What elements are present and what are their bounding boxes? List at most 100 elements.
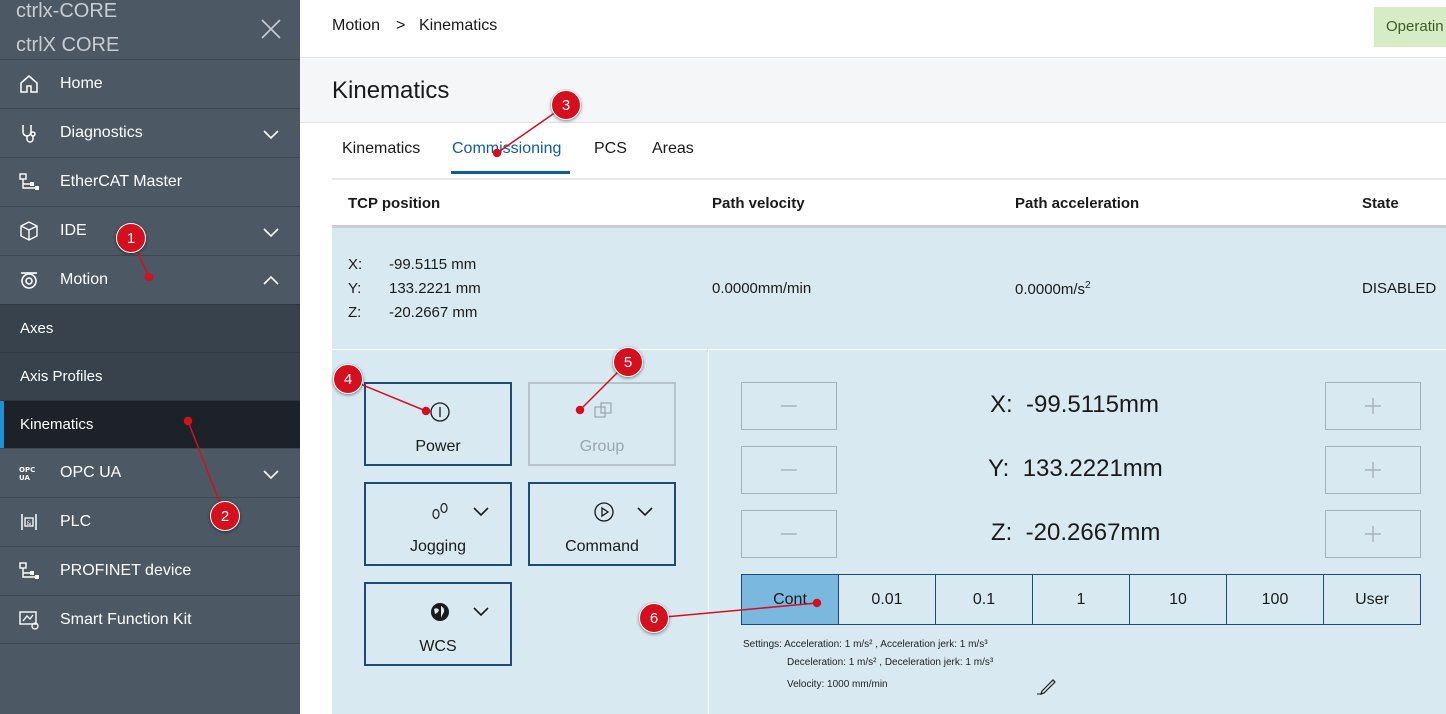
group-button[interactable]: Group	[528, 382, 676, 466]
tcp-x-label: X:	[348, 256, 363, 273]
sidebar-item-label: PLC	[60, 513, 92, 530]
sidebar-item-ethercat[interactable]: EtherCAT Master	[0, 157, 300, 206]
tab-areas[interactable]: Areas	[652, 140, 694, 158]
settings-line-acceleration: Settings: Acceleration: 1 m/s² , Acceler…	[743, 639, 988, 650]
wcs-button-label: WCS	[419, 638, 457, 655]
edit-pencil-icon[interactable]	[1036, 677, 1058, 695]
step-option-cont[interactable]: Cont	[742, 575, 839, 624]
step-option-0-1[interactable]: 0.1	[936, 575, 1033, 624]
column-header-velocity: Path velocity	[712, 195, 805, 212]
jogging-button-label: Jogging	[409, 538, 467, 555]
breadcrumb-parent[interactable]: Motion	[332, 17, 380, 35]
brand-title: ctrlx-CORE	[16, 0, 118, 22]
active-tab-indicator	[451, 171, 570, 174]
sidebar-item-ide[interactable]: IDE	[0, 206, 300, 255]
svg-text:OPC: OPC	[19, 466, 35, 474]
chevron-up-icon[interactable]	[262, 272, 280, 290]
svg-text:&: &	[27, 520, 32, 527]
network-icon	[19, 562, 39, 579]
annotation-marker-5: 5	[613, 347, 643, 377]
tcp-z-label: Z:	[348, 304, 362, 321]
jogging-button[interactable]: Jogging	[364, 482, 512, 566]
brand-subtitle: ctrlX CORE	[16, 34, 120, 56]
plus-icon	[1365, 398, 1381, 414]
command-button-label: Command	[565, 538, 639, 555]
jog-z-coordinate: Z: -20.2667mm	[991, 519, 1161, 546]
plus-icon	[1365, 526, 1381, 542]
step-option-user[interactable]: User	[1324, 575, 1420, 624]
tcp-x-value: -99.5115 mm	[389, 256, 477, 273]
jog-z-plus-button[interactable]	[1325, 510, 1421, 558]
sidebar-item-plc[interactable]: & PLC	[0, 497, 300, 546]
chevron-down-icon[interactable]	[262, 125, 280, 143]
column-header-acceleration: Path acceleration	[1015, 195, 1140, 212]
step-option-10[interactable]: 10	[1130, 575, 1227, 624]
sidebar-subitem-axes[interactable]: Axes	[0, 304, 300, 352]
group-icon	[594, 402, 612, 418]
jog-x-coordinate: X: -99.5115mm	[990, 391, 1159, 418]
panel-divider	[708, 350, 709, 714]
chevron-down-icon[interactable]	[636, 502, 654, 520]
sidebar-subitem-kinematics[interactable]: Kinematics	[0, 400, 300, 448]
chevron-down-icon[interactable]	[262, 465, 280, 483]
path-velocity-value: 0.0000mm/min	[712, 280, 812, 297]
column-header-state: State	[1362, 195, 1399, 212]
annotation-marker-3: 3	[551, 90, 581, 120]
chevron-down-icon[interactable]	[472, 502, 490, 520]
sidebar-item-opcua[interactable]: OPC UA OPC UA	[0, 448, 300, 497]
settings-line-velocity: Velocity: 1000 mm/min	[787, 679, 888, 690]
sidebar-item-label: Diagnostics	[60, 124, 143, 141]
command-button[interactable]: Command	[528, 482, 676, 566]
breadcrumb-separator: >	[396, 17, 406, 34]
sidebar-item-label: OPC UA	[60, 464, 122, 481]
step-option-100[interactable]: 100	[1227, 575, 1324, 624]
sidebar-item-diagnostics[interactable]: Diagnostics	[0, 108, 300, 157]
tab-kinematics[interactable]: Kinematics	[342, 140, 420, 158]
chevron-down-icon[interactable]	[472, 602, 490, 620]
table-row[interactable]: X: -99.5115 mm Y: 133.2221 mm Z: -20.266…	[332, 228, 1446, 349]
package-icon	[20, 221, 38, 241]
opcua-icon: OPCUA	[19, 466, 35, 482]
page-header: Kinematics	[300, 59, 1446, 123]
jog-step-selector: Cont 0.01 0.1 1 10 100 User	[741, 574, 1421, 625]
sidebar-item-label: PROFINET device	[60, 562, 192, 579]
step-option-0-01[interactable]: 0.01	[839, 575, 936, 624]
motion-icon	[21, 272, 37, 289]
power-button-label: Power	[415, 438, 461, 455]
settings-line-deceleration: Deceleration: 1 m/s² , Deceleration jerk…	[787, 657, 994, 668]
svg-text:UA: UA	[19, 474, 30, 482]
table-header: TCP position Path velocity Path accelera…	[332, 178, 1446, 228]
sidebar-item-home[interactable]: Home	[0, 59, 300, 108]
operating-state-badge[interactable]: Operatin	[1374, 7, 1446, 47]
sidebar-item-motion[interactable]: Motion	[0, 255, 300, 304]
state-value: DISABLED	[1362, 280, 1437, 297]
breadcrumb-current: Kinematics	[419, 17, 498, 34]
sidebar-item-smart-function-kit[interactable]: Smart Function Kit	[0, 595, 300, 644]
jog-y-plus-button[interactable]	[1325, 446, 1421, 494]
jog-x-minus-button[interactable]	[741, 382, 837, 430]
step-option-1[interactable]: 1	[1033, 575, 1130, 624]
power-button[interactable]: Power	[364, 382, 512, 466]
tcp-y-label: Y:	[348, 280, 362, 297]
jog-z-minus-button[interactable]	[741, 510, 837, 558]
home-icon	[20, 75, 38, 93]
jog-y-minus-button[interactable]	[741, 446, 837, 494]
minus-icon	[781, 405, 797, 407]
sidebar-item-profinet[interactable]: PROFINET device	[0, 546, 300, 595]
globe-icon	[431, 603, 449, 621]
tab-commissioning[interactable]: Commissioning	[452, 140, 561, 158]
minus-icon	[781, 533, 797, 535]
annotation-marker-6: 6	[639, 603, 669, 633]
wcs-button[interactable]: WCS	[364, 582, 512, 666]
power-icon	[430, 402, 450, 422]
chevron-down-icon[interactable]	[262, 223, 280, 241]
tab-pcs[interactable]: PCS	[594, 140, 627, 158]
annotation-marker-2: 2	[210, 501, 240, 531]
smart-kit-icon	[19, 611, 39, 630]
top-bar: Motion > Kinematics Operatin	[300, 0, 1446, 58]
tab-bar: Kinematics Commissioning PCS Areas	[332, 130, 1446, 176]
close-icon[interactable]	[258, 16, 284, 42]
sidebar-subitem-axis-profiles[interactable]: Axis Profiles	[0, 352, 300, 400]
sidebar-item-label: Home	[60, 75, 103, 92]
jog-x-plus-button[interactable]	[1325, 382, 1421, 430]
